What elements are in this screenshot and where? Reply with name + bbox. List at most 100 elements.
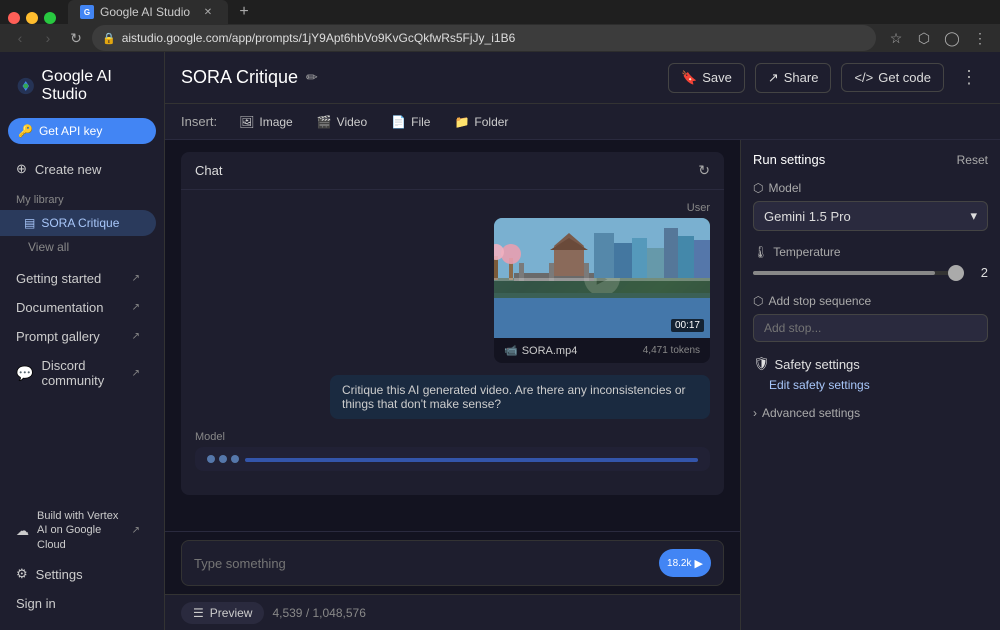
stop-label-text: Add stop sequence bbox=[768, 294, 871, 308]
extensions-btn[interactable]: ⬡ bbox=[912, 26, 936, 50]
share-button[interactable]: ↗ Share bbox=[755, 63, 832, 93]
back-btn[interactable]: ‹ bbox=[8, 26, 32, 50]
project-title: SORA Critique ✏ bbox=[181, 67, 318, 88]
save-button[interactable]: 🔖 Save bbox=[668, 63, 745, 93]
code-icon: </> bbox=[854, 70, 873, 85]
tab-close-btn[interactable]: ✕ bbox=[200, 4, 216, 20]
advanced-setting: › Advanced settings bbox=[753, 406, 988, 420]
safety-row: 🛡 Safety settings bbox=[753, 356, 988, 372]
panel-header: Run settings Reset bbox=[753, 152, 988, 167]
insert-file-btn[interactable]: 📄 File bbox=[381, 111, 440, 133]
api-key-label: Get API key bbox=[39, 124, 102, 138]
main-area: SORA Critique ✏ 🔖 Save ↗ Share </> Get c… bbox=[165, 52, 1000, 630]
dot-3 bbox=[231, 455, 239, 463]
shield-icon: 🛡 bbox=[753, 356, 770, 372]
prompt-gallery-label: Prompt gallery bbox=[16, 329, 100, 344]
model-label-text: Model bbox=[768, 181, 801, 195]
model-label: Model bbox=[195, 431, 710, 443]
insert-label: Insert: bbox=[181, 114, 217, 129]
view-all-text: View all bbox=[28, 240, 69, 254]
create-new-btn[interactable]: ⊕ Create new bbox=[0, 154, 156, 184]
sign-in-link[interactable]: Sign in bbox=[0, 589, 156, 618]
minimize-window-btn[interactable] bbox=[26, 12, 38, 24]
browser-chrome: G Google AI Studio ✕ + ‹ › ↻ 🔒 aistudio.… bbox=[0, 0, 1000, 52]
temperature-slider[interactable] bbox=[753, 271, 960, 275]
nav-bar: ‹ › ↻ 🔒 aistudio.google.com/app/prompts/… bbox=[0, 24, 1000, 52]
model-icon: ⬡ bbox=[753, 181, 763, 195]
edit-title-icon[interactable]: ✏ bbox=[306, 69, 318, 86]
discord-icon: 💬 bbox=[16, 365, 33, 382]
external-link-icon-3: ↗ bbox=[132, 331, 140, 342]
dot-2 bbox=[219, 455, 227, 463]
active-tab[interactable]: G Google AI Studio ✕ bbox=[68, 0, 228, 24]
send-button[interactable]: 18.2k ▶ bbox=[659, 549, 711, 577]
forward-btn[interactable]: › bbox=[36, 26, 60, 50]
send-icon: ▶ bbox=[695, 557, 703, 570]
external-link-icon-4: ↗ bbox=[132, 368, 140, 379]
sidebar: Google AI Studio 🔑 Get API key ⊕ Create … bbox=[0, 52, 165, 630]
lock-icon: 🔒 bbox=[102, 32, 116, 45]
user-message: User bbox=[195, 202, 710, 419]
chat-refresh-btn[interactable]: ↻ bbox=[698, 162, 710, 179]
get-code-button[interactable]: </> Get code bbox=[841, 63, 944, 92]
insert-video-btn[interactable]: 🎬 Video bbox=[307, 111, 377, 133]
chat-messages: User bbox=[181, 190, 724, 495]
build-vertex-label: Build with Vertex AI on Google Cloud bbox=[37, 509, 124, 552]
reload-btn[interactable]: ↻ bbox=[64, 26, 88, 50]
getting-started-link[interactable]: Getting started ↗ bbox=[0, 264, 156, 293]
safety-label-text: Safety settings bbox=[775, 357, 860, 372]
insert-image-btn[interactable]: 🖼 Image bbox=[229, 111, 303, 133]
documentation-link[interactable]: Documentation ↗ bbox=[0, 293, 156, 322]
edit-safety-link[interactable]: Edit safety settings bbox=[753, 378, 988, 392]
run-settings-panel: Run settings Reset ⬡ Model Gemini 1.5 Pr… bbox=[740, 140, 1000, 630]
external-link-icon-5: ↗ bbox=[132, 525, 140, 536]
insert-bar: Insert: 🖼 Image 🎬 Video 📄 File 📁 Folder bbox=[165, 104, 1000, 140]
menu-icon: ☰ bbox=[193, 606, 204, 620]
reset-button[interactable]: Reset bbox=[957, 153, 988, 167]
profile-btn[interactable]: ◯ bbox=[940, 26, 964, 50]
model-message: Model bbox=[195, 431, 710, 471]
view-all-link[interactable]: View all bbox=[0, 236, 164, 258]
discord-community-link[interactable]: 💬 Discord community ↗ bbox=[0, 351, 156, 395]
model-setting: ⬡ Model Gemini 1.5 Pro ▾ bbox=[753, 181, 988, 231]
dot-1 bbox=[207, 455, 215, 463]
video-duration: 00:17 bbox=[671, 319, 704, 332]
chat-input[interactable] bbox=[194, 556, 651, 571]
chevron-right-icon: › bbox=[753, 406, 757, 420]
chat-main-content: Chat ↻ User bbox=[165, 140, 740, 630]
file-icon: 📄 bbox=[391, 115, 406, 129]
address-bar[interactable]: 🔒 aistudio.google.com/app/prompts/1jY9Ap… bbox=[92, 25, 876, 51]
get-code-label: Get code bbox=[878, 70, 931, 85]
video-file-icon: 📹 bbox=[504, 344, 518, 357]
insert-folder-btn[interactable]: 📁 Folder bbox=[444, 111, 518, 133]
user-label: User bbox=[195, 202, 710, 214]
sidebar-item-sora-critique[interactable]: ▤ SORA Critique bbox=[0, 210, 156, 236]
preview-button[interactable]: ☰ Preview bbox=[181, 602, 264, 624]
close-window-btn[interactable] bbox=[8, 12, 20, 24]
model-select-value: Gemini 1.5 Pro bbox=[764, 209, 851, 224]
thermometer-icon: 🌡 bbox=[753, 245, 768, 259]
advanced-row[interactable]: › Advanced settings bbox=[753, 406, 988, 420]
content-row: Chat ↻ User bbox=[165, 140, 1000, 630]
advanced-label-text: Advanced settings bbox=[762, 406, 860, 420]
maximize-window-btn[interactable] bbox=[44, 12, 56, 24]
get-api-key-btn[interactable]: 🔑 Get API key bbox=[8, 118, 156, 144]
video-label: Video bbox=[337, 115, 367, 129]
menu-btn[interactable]: ⋮ bbox=[968, 26, 992, 50]
image-icon: 🖼 bbox=[239, 115, 254, 129]
settings-link[interactable]: ⚙ Settings bbox=[0, 559, 156, 589]
share-icon: ↗ bbox=[768, 70, 779, 86]
build-vertex-link[interactable]: ☁ Build with Vertex AI on Google Cloud ↗ bbox=[0, 502, 156, 559]
video-thumbnail: ▶ 00:17 bbox=[494, 218, 710, 338]
video-card[interactable]: ▶ 00:17 📹 SORA.mp4 bbox=[494, 218, 710, 363]
more-options-button[interactable]: ⋮ bbox=[954, 61, 984, 94]
stop-sequence-input[interactable] bbox=[753, 314, 988, 342]
prompt-gallery-link[interactable]: Prompt gallery ↗ bbox=[0, 322, 156, 351]
discord-community-label: Discord community bbox=[41, 358, 123, 388]
new-tab-btn[interactable]: + bbox=[232, 0, 256, 24]
bookmark-btn[interactable]: ☆ bbox=[884, 26, 908, 50]
model-select-dropdown[interactable]: Gemini 1.5 Pro ▾ bbox=[753, 201, 988, 231]
sidebar-bottom: ☁ Build with Vertex AI on Google Cloud ↗… bbox=[0, 498, 164, 622]
temperature-setting: 🌡 Temperature 2 bbox=[753, 245, 988, 280]
chat-header: Chat ↻ bbox=[181, 152, 724, 190]
